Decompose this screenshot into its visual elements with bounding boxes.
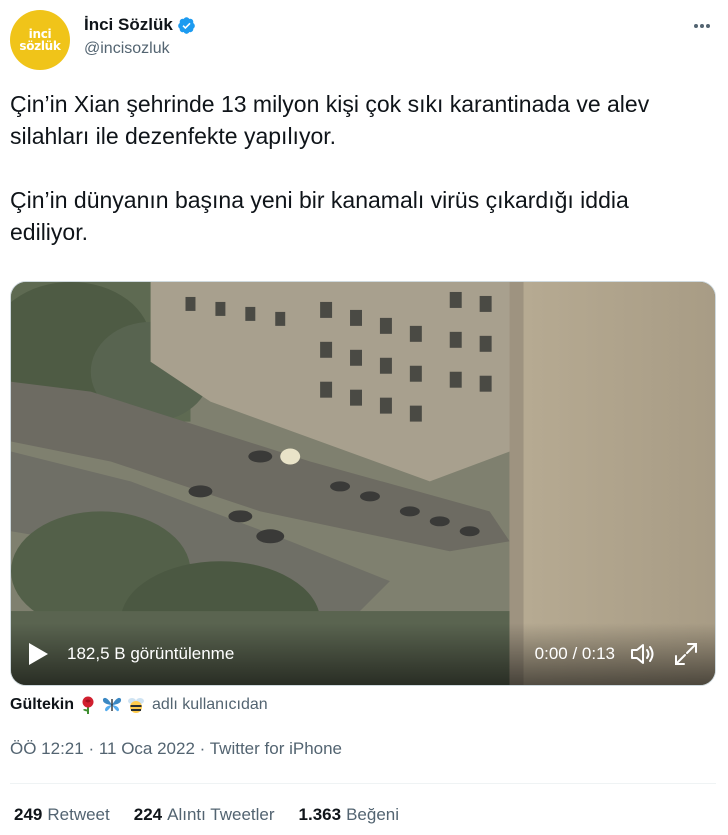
fullscreen-icon[interactable] xyxy=(673,641,699,667)
author-name-row[interactable]: İnci Sözlük xyxy=(84,14,196,36)
author-block: İnci Sözlük @incisozluk xyxy=(84,14,196,60)
dot-icon xyxy=(700,24,704,28)
tweet-time[interactable]: ÖÖ 12:21 xyxy=(10,739,84,758)
stat-number: 249 xyxy=(14,805,43,824)
handle[interactable]: @incisozluk xyxy=(84,38,196,60)
like-count[interactable]: 1.363 Beğeni xyxy=(299,804,399,826)
rose-icon xyxy=(82,696,94,714)
avatar-logo-line2: sözlük xyxy=(19,39,61,53)
tweet-meta: ÖÖ 12:21 · 11 Oca 2022 · Twitter for iPh… xyxy=(10,738,342,760)
attribution-suffix: adlı kullanıcıdan xyxy=(152,696,268,713)
video-player[interactable]: 182,5 B görüntülenme 0:00 / 0:13 xyxy=(10,281,716,686)
dot-icon xyxy=(706,24,710,28)
retweet-count[interactable]: 249 Retweet xyxy=(14,804,110,826)
video-attribution[interactable]: Gültekin adlı kullanıcıdan xyxy=(10,693,268,717)
avatar[interactable]: inci sözlük xyxy=(10,10,70,70)
tweet-date[interactable]: 11 Oca 2022 xyxy=(99,739,195,758)
meta-separator: · xyxy=(83,739,99,758)
video-controls: 182,5 B görüntülenme 0:00 / 0:13 xyxy=(11,623,715,685)
bee-icon xyxy=(128,698,145,713)
play-icon[interactable] xyxy=(27,642,49,666)
stat-number: 1.363 xyxy=(298,805,342,824)
meta-separator: · xyxy=(194,739,210,758)
tweet-source[interactable]: Twitter for iPhone xyxy=(210,739,342,758)
divider xyxy=(10,783,716,784)
tweet-stats: 249 Retweet 224 Alıntı Tweetler 1.363 Be… xyxy=(14,804,399,826)
butterfly-icon xyxy=(102,697,122,712)
stat-label: Retweet xyxy=(47,805,110,824)
stat-label: Beğeni xyxy=(346,805,400,824)
video-time: 0:00 / 0:13 xyxy=(534,644,615,663)
tweet-header: inci sözlük İnci Sözlük @incisozluk xyxy=(10,10,718,70)
more-options-button[interactable] xyxy=(690,14,714,38)
view-count: 182,5 B görüntülenme xyxy=(67,644,235,663)
stat-label: Alıntı Tweetler xyxy=(167,805,275,824)
display-name[interactable]: İnci Sözlük xyxy=(84,14,173,36)
quote-tweet-count[interactable]: 224 Alıntı Tweetler xyxy=(134,804,275,826)
verified-badge-icon xyxy=(177,16,195,34)
volume-icon[interactable] xyxy=(629,641,657,667)
stat-number: 224 xyxy=(133,805,163,824)
dot-icon xyxy=(694,24,698,28)
tweet-text: Çin’in Xian şehrinde 13 milyon kişi çok … xyxy=(10,91,650,245)
attribution-name[interactable]: Gültekin xyxy=(10,696,74,714)
